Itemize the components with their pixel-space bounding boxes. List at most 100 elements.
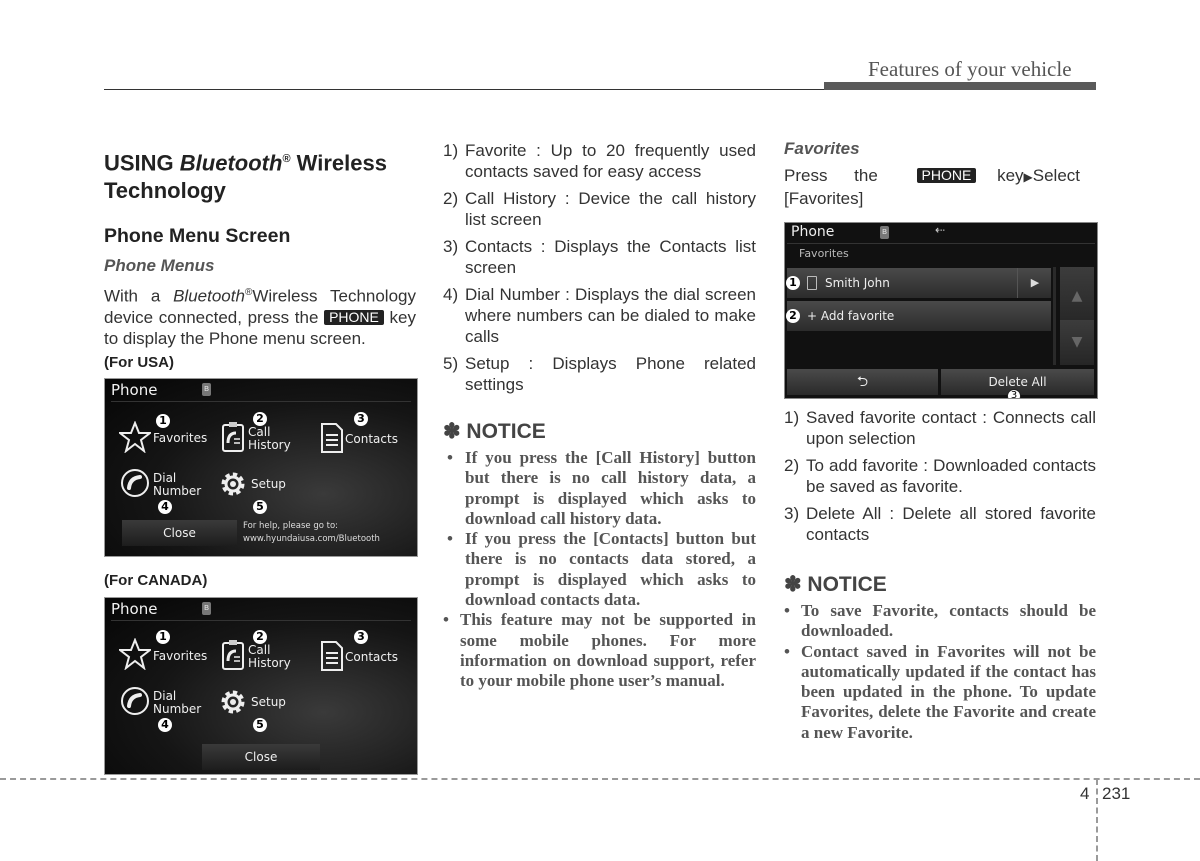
- menu-favorites[interactable]: Favorites: [153, 432, 207, 445]
- usa-label: (For USA): [104, 354, 174, 371]
- item-number: 2): [443, 189, 459, 208]
- usb-icon: ⇠: [935, 223, 946, 237]
- phone-key: PHONE: [916, 168, 977, 183]
- close-button[interactable]: Close: [202, 744, 320, 770]
- close-button[interactable]: Close: [122, 520, 237, 546]
- gear-icon[interactable]: [218, 687, 248, 717]
- list-item: 2) Call History : Device the call history…: [443, 188, 756, 230]
- favorite-contact-row[interactable]: 1 Smith John ▶: [786, 268, 1052, 298]
- instr-text: key: [992, 166, 1024, 185]
- bullet-text: If you press the [Call History] button b…: [465, 448, 756, 528]
- add-favorite-label: + Add favorite: [807, 309, 895, 323]
- header-bar: [824, 82, 1096, 90]
- help-url[interactable]: www.hyundaiusa.com/Bluetooth: [243, 533, 380, 546]
- menu-call-history[interactable]: Call History: [248, 644, 291, 670]
- callout-5: 5: [253, 500, 267, 514]
- gear-icon[interactable]: [218, 469, 248, 499]
- triangle-up-icon: ▲: [1071, 288, 1083, 304]
- item-text: Contacts : Displays the Contacts list sc…: [465, 237, 756, 277]
- play-icon[interactable]: ▶: [1017, 268, 1052, 298]
- notice-bullet: • This feature may not be supported in so…: [443, 610, 756, 691]
- help-text: For help, please go to: www.hyundaiusa.co…: [243, 520, 380, 546]
- list-item: 3) Delete All : Delete all stored favorit…: [784, 503, 1096, 545]
- item-text: Favorite : Up to 20 frequently used cont…: [465, 141, 756, 181]
- callout-3: 3: [354, 412, 368, 426]
- list-item: 4) Dial Number : Displays the dial screen…: [443, 284, 756, 347]
- scroll-up-button[interactable]: ▲: [1060, 267, 1094, 325]
- callout-5: 5: [253, 718, 267, 732]
- screen-title: Phone: [111, 600, 158, 618]
- favorites-heading: Favorites: [784, 139, 860, 158]
- intro-paragraph: With a Bluetooth®Wireless Technology dev…: [104, 282, 416, 349]
- menu-dial-number[interactable]: Dial Number: [153, 472, 201, 498]
- back-arrow-icon: ⮌: [856, 374, 869, 390]
- notice-box: ✽ NOTICE • If you press the [Call History…: [443, 419, 756, 692]
- triangle-down-icon: ▼: [1071, 334, 1083, 350]
- callout-4: 4: [158, 500, 172, 514]
- contact-name: Smith John: [825, 276, 890, 290]
- arrow-right-icon: ▶: [1023, 170, 1033, 184]
- star-icon[interactable]: [119, 421, 151, 453]
- menu-contacts[interactable]: Contacts: [345, 651, 398, 664]
- back-button[interactable]: ⮌: [787, 369, 938, 395]
- callout-2: 2: [253, 630, 267, 644]
- menu-favorites[interactable]: Favorites: [153, 650, 207, 663]
- menu-setup[interactable]: Setup: [251, 696, 286, 709]
- heading-reg: ®: [282, 153, 291, 165]
- heading-brand: Bluetooth: [179, 150, 283, 176]
- notice-bullet: • To save Favorite, contacts should be do…: [784, 601, 1096, 641]
- menu-call-history[interactable]: Call History: [248, 426, 291, 452]
- help-line: For help, please go to:: [243, 521, 339, 531]
- list-item: 1) Favorite : Up to 20 frequently used co…: [443, 140, 756, 182]
- callout-3: 3: [354, 630, 368, 644]
- contacts-icon[interactable]: [321, 641, 343, 671]
- scroll-down-button[interactable]: ▼: [1060, 320, 1094, 365]
- footer-vertical-rule: [1096, 779, 1098, 861]
- item-number: 5): [443, 354, 459, 373]
- call-history-icon[interactable]: [221, 421, 245, 453]
- scrollbar[interactable]: [1053, 267, 1056, 365]
- callout-2: 2: [253, 412, 267, 426]
- callout-2: 2: [786, 309, 800, 323]
- favorites-descriptions: 1) Saved favorite contact : Connects call…: [784, 407, 1096, 551]
- phone-dial-icon[interactable]: [120, 468, 150, 498]
- callout-4: 4: [158, 718, 172, 732]
- footer-rule: [0, 778, 1200, 780]
- item-text: Dial Number : Displays the dial screen w…: [465, 285, 756, 346]
- callout-1: 1: [156, 630, 170, 644]
- notice-bullet: • Contact saved in Favorites will not be …: [784, 641, 1096, 742]
- add-favorite-row[interactable]: 2 + Add favorite: [786, 301, 1051, 331]
- item-text: Delete All : Delete all stored favorite …: [806, 504, 1096, 544]
- notice-title: ✽ NOTICE: [443, 420, 546, 443]
- call-history-icon[interactable]: [221, 639, 245, 671]
- divider: [111, 401, 411, 402]
- callout-1: 1: [786, 276, 800, 290]
- list-item: 5) Setup : Displays Phone related setting…: [443, 353, 756, 395]
- item-number: 3): [784, 504, 800, 523]
- divider: [787, 243, 1095, 244]
- star-icon[interactable]: [119, 638, 151, 670]
- screen-title: Phone: [111, 381, 158, 399]
- menu-label: Number: [153, 484, 202, 498]
- item-text: Saved favorite contact : Connects call u…: [806, 408, 1096, 448]
- intro-text: With a: [104, 286, 174, 306]
- bluetooth-icon: ʙ: [880, 226, 889, 239]
- menu-label: History: [248, 656, 291, 670]
- callout-3: 3: [1007, 389, 1021, 398]
- phone-key: PHONE: [324, 309, 384, 325]
- item-text: To add favorite : Downloaded contacts be…: [806, 456, 1096, 496]
- menu-dial-number[interactable]: Dial Number: [153, 690, 201, 716]
- subheading: Phone Menu Screen: [104, 225, 291, 247]
- item-number: 4): [443, 285, 459, 304]
- item-number: 1): [443, 141, 459, 160]
- notice-bullet: • If you press the [Contacts] button but …: [447, 529, 756, 610]
- bullet-text: To save Favorite, contacts should be dow…: [801, 601, 1096, 641]
- item-text: Setup : Displays Phone related settings: [465, 354, 756, 394]
- chapter-number: 4: [1080, 784, 1090, 803]
- page-number: 231: [1102, 784, 1131, 803]
- phone-dial-icon[interactable]: [120, 686, 150, 716]
- contacts-icon[interactable]: [321, 423, 343, 453]
- menu-contacts[interactable]: Contacts: [345, 433, 398, 446]
- list-item: 2) To add favorite : Downloaded contacts …: [784, 455, 1096, 497]
- menu-setup[interactable]: Setup: [251, 478, 286, 491]
